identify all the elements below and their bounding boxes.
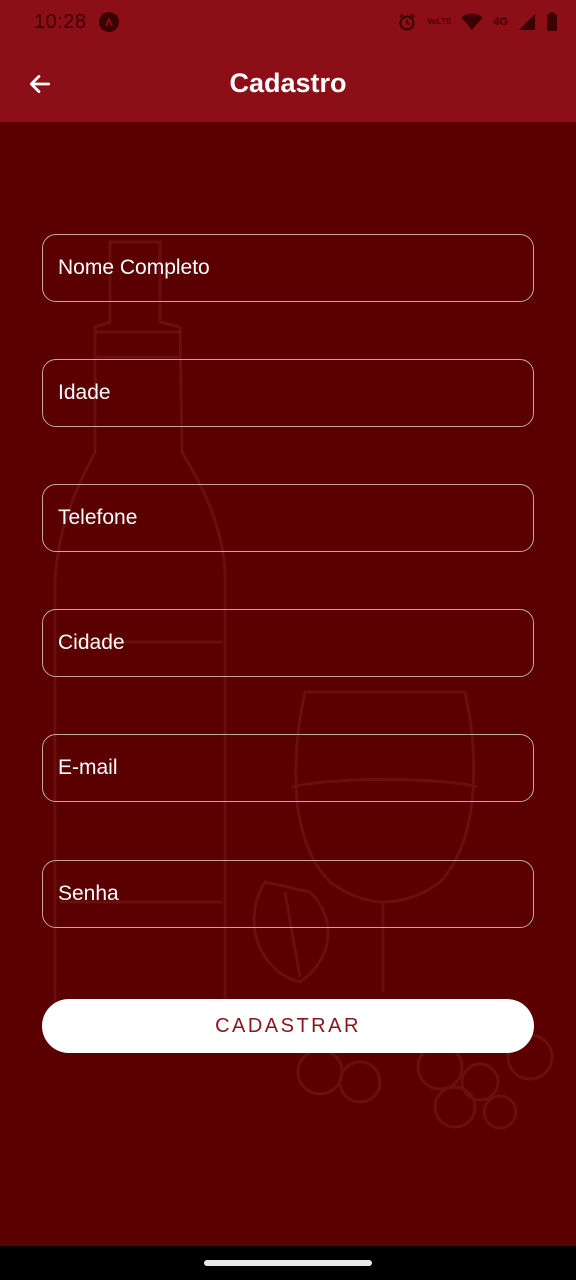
signal-icon: [518, 13, 536, 31]
age-input[interactable]: Idade: [42, 359, 534, 427]
full-name-input[interactable]: Nome Completo: [42, 234, 534, 302]
network-type-label: 4G: [493, 16, 508, 28]
alarm-icon: [397, 12, 417, 32]
app-notification-icon: [98, 12, 119, 32]
full-name-placeholder: Nome Completo: [58, 256, 210, 279]
arrow-left-icon: [29, 75, 51, 93]
city-placeholder: Cidade: [58, 631, 125, 654]
email-input[interactable]: E-mail: [42, 734, 534, 802]
page-title: Cadastro: [229, 67, 347, 98]
status-icons: VoLTE 4G: [397, 12, 558, 32]
wifi-icon: [461, 13, 483, 31]
register-button[interactable]: CADASTRAR: [42, 999, 534, 1053]
form-screen: Nome Completo Idade Telefone Cidade E-ma…: [0, 122, 576, 1246]
app-bar: Cadastro: [0, 44, 576, 122]
status-time: 10:28: [34, 10, 87, 33]
back-button[interactable]: [20, 64, 60, 104]
phone-input[interactable]: Telefone: [42, 484, 534, 552]
system-navigation-bar: [0, 1246, 576, 1280]
city-input[interactable]: Cidade: [42, 609, 534, 677]
email-placeholder: E-mail: [58, 756, 118, 779]
password-placeholder: Senha: [58, 882, 119, 905]
password-input[interactable]: Senha: [42, 860, 534, 928]
phone-placeholder: Telefone: [58, 506, 138, 529]
battery-icon: [546, 12, 558, 32]
status-bar: 10:28 VoLTE 4G: [0, 0, 576, 44]
volte-icon: VoLTE: [427, 17, 452, 26]
home-indicator[interactable]: [204, 1260, 372, 1266]
age-placeholder: Idade: [58, 381, 111, 404]
